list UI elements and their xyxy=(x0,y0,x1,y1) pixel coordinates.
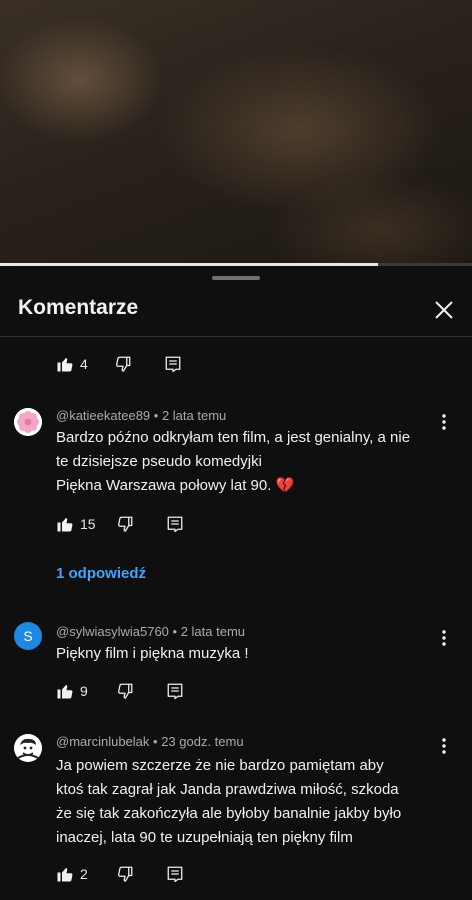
like-count: 15 xyxy=(80,516,96,532)
reply-button[interactable] xyxy=(166,682,184,700)
comment-time: 23 godz. temu xyxy=(161,734,244,749)
dislike-button[interactable] xyxy=(114,355,132,373)
comments-panel: Komentarze 4 @katieekatee89 • 2 lata tem… xyxy=(0,266,472,900)
comment-time: 2 lata temu xyxy=(180,624,246,639)
reply-comment-icon xyxy=(167,866,183,883)
comment-line: że się tak zakończyła ale byłoby banalni… xyxy=(56,805,402,822)
dislike-button[interactable] xyxy=(116,515,134,533)
comment-line: Ja powiem szczerze że nie bardzo pamięta… xyxy=(56,757,384,774)
panel-title: Komentarze xyxy=(18,296,139,319)
comment-line: Bardzo późno odkryłam ten film, a jest g… xyxy=(56,429,411,446)
avatar[interactable] xyxy=(14,734,42,762)
thumbs-down-icon xyxy=(117,866,133,882)
reply-button[interactable] xyxy=(166,515,184,533)
thumbs-up-icon xyxy=(57,868,73,882)
dislike-button[interactable] xyxy=(116,682,134,700)
view-replies-link[interactable]: 1 odpowiedź xyxy=(56,565,146,582)
like-count: 2 xyxy=(80,866,88,882)
thumbs-up-icon xyxy=(57,358,73,372)
comment-meta: @marcinlubelak • 23 godz. temu xyxy=(56,734,244,749)
flower-avatar-icon xyxy=(14,408,42,436)
more-options-button[interactable] xyxy=(436,736,452,756)
thumbs-down-icon xyxy=(115,356,131,372)
comment-meta: @katieekatee89 • 2 lata temu xyxy=(56,408,227,423)
comment-meta: @sylwiasylwia5760 • 2 lata temu xyxy=(56,624,246,639)
reply-comment-icon xyxy=(167,516,182,533)
comment-actions: 15 xyxy=(56,512,184,536)
comment-text: Bardzo późno odkryłam ten film, a jest g… xyxy=(56,426,446,498)
more-vertical-icon xyxy=(442,738,446,754)
comment-actions: 9 xyxy=(56,679,184,703)
like-button[interactable]: 4 xyxy=(56,355,88,373)
comment-line: te dzisiejsze pseudo komedyjki xyxy=(56,453,262,470)
dislike-button[interactable] xyxy=(116,865,134,883)
comment-time: 2 lata temu xyxy=(161,408,227,423)
avatar[interactable]: S xyxy=(14,622,42,650)
thumbs-down-icon xyxy=(117,683,133,699)
cartoon-avatar-icon xyxy=(14,734,42,762)
like-count: 4 xyxy=(80,356,88,372)
comment-text: Piękny film i piękna muzyka ! xyxy=(56,642,446,666)
header-divider xyxy=(0,336,472,337)
thumbs-up-icon xyxy=(57,518,73,532)
avatar-letter: S xyxy=(23,628,33,644)
video-player[interactable] xyxy=(0,0,472,265)
avatar[interactable] xyxy=(14,408,42,436)
like-button[interactable]: 9 xyxy=(56,682,88,700)
reply-comment-icon xyxy=(165,356,181,373)
like-button[interactable]: 2 xyxy=(56,865,88,883)
drag-handle[interactable] xyxy=(212,276,260,280)
comment-author[interactable]: @katieekatee89 xyxy=(56,408,150,423)
thumbs-up-icon xyxy=(57,685,73,699)
close-icon xyxy=(435,301,453,319)
comment-line: Piękny film i piękna muzyka ! xyxy=(56,645,249,662)
comment-actions: 2 xyxy=(56,862,184,886)
like-button[interactable]: 15 xyxy=(56,515,96,533)
comment-actions: 4 xyxy=(56,352,182,376)
thumbs-down-icon xyxy=(117,516,132,532)
comment-text: Ja powiem szczerze że nie bardzo pamięta… xyxy=(56,754,446,850)
comment-line: ktoś tak zagrał jak Janda prawdziwa miło… xyxy=(56,781,399,798)
comment-author[interactable]: @marcinlubelak xyxy=(56,734,149,749)
comment-author[interactable]: @sylwiasylwia5760 xyxy=(56,624,169,639)
close-button[interactable] xyxy=(430,296,458,324)
reply-button[interactable] xyxy=(166,865,184,883)
comment-line: inaczej, lata 90 te uzupełniają ten pięk… xyxy=(56,829,353,846)
like-count: 9 xyxy=(80,683,88,699)
comment-line: Piękna Warszawa połowy lat 90. 💔 xyxy=(56,477,295,494)
reply-button[interactable] xyxy=(164,355,182,373)
reply-comment-icon xyxy=(167,683,183,700)
